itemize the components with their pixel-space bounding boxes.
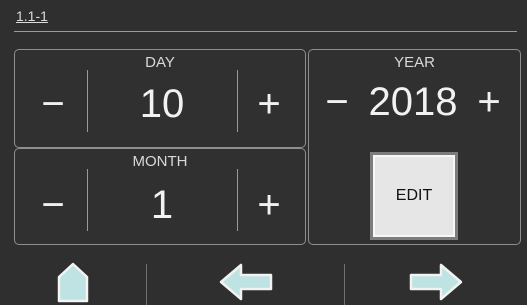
home-icon — [57, 262, 89, 302]
screen-id: 1.1-1 — [16, 8, 48, 24]
month-panel: MONTH − 1 + — [14, 148, 306, 245]
day-increment-button[interactable]: + — [249, 84, 289, 124]
forward-button[interactable] — [345, 258, 527, 305]
arrow-right-icon — [409, 263, 463, 300]
home-button[interactable] — [0, 258, 146, 305]
day-value: 10 — [139, 82, 185, 126]
edit-button-label: EDIT — [395, 187, 433, 204]
year-label: YEAR — [394, 54, 435, 71]
year-panel: YEAR − 2018 + EDIT — [308, 49, 521, 245]
year-value: 2018 — [368, 80, 458, 124]
header-divider — [14, 31, 517, 32]
month-label: MONTH — [132, 153, 188, 170]
arrow-left-icon — [219, 263, 272, 300]
year-decrement-button[interactable]: − — [319, 82, 355, 122]
month-right-divider — [237, 169, 238, 231]
month-value: 1 — [150, 183, 174, 227]
edit-button[interactable]: EDIT — [370, 152, 458, 240]
day-decrement-button[interactable]: − — [33, 84, 73, 124]
back-button[interactable] — [147, 258, 344, 305]
bottom-nav — [0, 258, 527, 305]
year-increment-button[interactable]: + — [471, 82, 507, 122]
day-right-divider — [237, 70, 238, 132]
month-increment-button[interactable]: + — [249, 185, 289, 225]
day-label: DAY — [145, 54, 175, 71]
month-decrement-button[interactable]: − — [33, 185, 73, 225]
day-panel: DAY − 10 + — [14, 49, 306, 148]
